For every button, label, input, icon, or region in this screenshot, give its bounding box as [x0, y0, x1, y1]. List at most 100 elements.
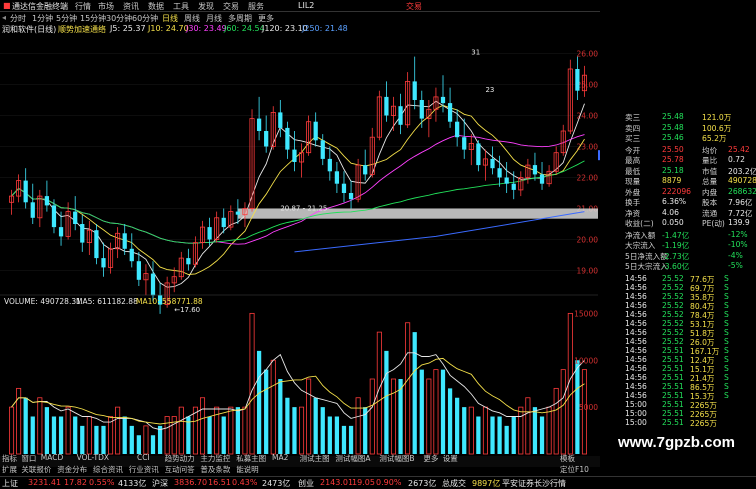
- status-amount: 2673亿: [408, 479, 437, 488]
- quote-label: 卖三: [625, 113, 641, 122]
- indicator-tab[interactable]: 主力监控: [200, 453, 230, 464]
- quote-secondary: 121.0万: [702, 113, 732, 122]
- status-bar: 上证 3231.41 17.82 0.55% 4133亿 沪深 3836.70 …: [0, 476, 756, 488]
- tick-price: 25.52: [662, 300, 684, 310]
- volume-bar: [150, 435, 156, 454]
- menu-item-tools[interactable]: 工具: [173, 1, 189, 12]
- tick-price: 25.51: [662, 399, 684, 409]
- tick-row: 14:56 25.51 21.4万 S: [600, 372, 756, 383]
- quote-value: 25.46: [662, 133, 684, 142]
- info-tab[interactable]: 资金分布: [57, 464, 87, 475]
- volume-bar: [455, 397, 460, 454]
- volume-bar: [405, 322, 411, 455]
- indicator-tab[interactable]: 指标: [2, 453, 17, 464]
- tick-time: 14:56: [625, 309, 647, 319]
- tick-time: 15:00: [625, 408, 647, 418]
- volume-bar: [440, 369, 446, 454]
- indicator-tab[interactable]: 设置: [443, 453, 458, 464]
- indicator-tab[interactable]: 窗口: [21, 453, 36, 464]
- tick-side: S: [724, 381, 729, 391]
- candle-body: [235, 211, 240, 215]
- template-tab[interactable]: 模板: [560, 453, 575, 464]
- menu-item-market[interactable]: 行情: [75, 1, 91, 12]
- menu-item-news[interactable]: 资讯: [123, 1, 139, 12]
- indicator-tab[interactable]: CCI: [137, 453, 150, 462]
- tick-side: S: [724, 291, 729, 301]
- menu-item-discover[interactable]: 发现: [198, 1, 214, 12]
- tick-time: 14:56: [625, 372, 647, 382]
- indicator-tab[interactable]: MACD: [41, 453, 63, 462]
- total-turnover-label: 总成交: [442, 479, 466, 488]
- volume-bar: [143, 425, 149, 455]
- indicator-tab[interactable]: 趋势动力: [165, 453, 195, 464]
- broker-name[interactable]: 平安证券长沙行情: [502, 478, 566, 489]
- menu-item-data[interactable]: 数据: [148, 1, 164, 12]
- volume-bar: [58, 416, 64, 454]
- info-tab[interactable]: 扩展: [2, 464, 17, 475]
- quote-label: 收益(二): [625, 219, 654, 228]
- tick-side: S: [724, 309, 729, 319]
- volume-bar: [249, 312, 255, 455]
- candle-body: [221, 217, 226, 228]
- indicator-tab[interactable]: VOL-TDX: [77, 453, 109, 462]
- volume-bar: [546, 406, 552, 455]
- quote-value: -1.19亿: [662, 241, 690, 250]
- menu-item-markets[interactable]: 市场: [98, 1, 114, 12]
- candle-body: [440, 96, 446, 104]
- candle-body: [539, 174, 545, 184]
- info-tab[interactable]: 普及条款: [200, 464, 230, 475]
- candle-body: [575, 69, 580, 91]
- tick-price: 25.52: [662, 273, 684, 283]
- indicator-tab[interactable]: MA2: [272, 453, 288, 462]
- quote-row: 卖四 25.48 100.6万: [600, 123, 756, 133]
- indicator-tab[interactable]: 测试幅图B: [379, 453, 414, 464]
- info-tab[interactable]: 行业资讯: [129, 464, 159, 475]
- tick-row: 14:56 25.51 12.4万 S: [600, 355, 756, 365]
- f10-tab[interactable]: 定位F10: [560, 464, 589, 475]
- quote-secondary: 100.6万: [702, 123, 732, 133]
- volume-bar: [94, 425, 99, 454]
- volume-bar: [285, 397, 290, 454]
- tick-row: 14:56 25.52 80.4万 S: [600, 300, 756, 311]
- menu-item-trade[interactable]: 交易: [223, 1, 239, 12]
- ma-label: J5: 25.37: [110, 24, 146, 33]
- tick-price: 25.52: [662, 327, 684, 337]
- volume-bar: [228, 406, 234, 455]
- quote-label: 最高: [625, 156, 641, 165]
- quote-row: 5日大宗流入 -3.60亿 -5%: [600, 261, 756, 271]
- quote-label: 大宗流入: [625, 241, 656, 250]
- tick-volume: 2265万: [690, 418, 717, 428]
- volume-bar: [30, 416, 35, 454]
- kline-chart[interactable]: 26.0025.0024.0023.0022.0021.0020.0019.00…: [0, 34, 600, 470]
- candle-body: [150, 273, 156, 296]
- trade-button[interactable]: 交易: [406, 1, 422, 12]
- indicator-tab[interactable]: 更多: [423, 453, 438, 464]
- candle-body: [447, 103, 453, 122]
- tick-price: 25.52: [662, 291, 684, 301]
- info-tab[interactable]: 关联报价: [21, 464, 51, 475]
- toolbar-left-icon[interactable]: ◂: [2, 13, 6, 22]
- volume-bar: [157, 425, 163, 454]
- quote-secondary: 股本: [702, 198, 718, 207]
- info-tab[interactable]: 互动问答: [165, 464, 195, 475]
- candle-body: [490, 158, 495, 169]
- info-tab[interactable]: 综合资讯: [93, 464, 123, 475]
- chart-annotation: 23: [485, 86, 494, 94]
- indicator-tab[interactable]: 私募主图: [236, 453, 266, 464]
- quote-row: 今开 25.50 均价 25.42: [600, 145, 756, 155]
- status-value: 2143.01: [320, 478, 354, 487]
- volume-bar: [122, 416, 127, 454]
- tick-row: 14:56 25.51 15.1万 S: [600, 364, 756, 374]
- info-tab[interactable]: 能说明: [236, 464, 259, 475]
- volume-bar: [37, 397, 43, 455]
- tick-price: 25.51: [662, 345, 684, 355]
- quote-value: 0.72: [728, 155, 745, 164]
- menu-item-service[interactable]: 服务: [248, 1, 264, 12]
- tick-row: 14:56 25.52 53.1万 S: [600, 319, 756, 329]
- tick-side: S: [724, 345, 729, 355]
- app-logo-icon: ■: [3, 1, 11, 10]
- indicator-tab[interactable]: 测试主图: [300, 453, 330, 464]
- indicator-tab[interactable]: 测试幅图A: [335, 453, 370, 464]
- volume-bar: [256, 350, 262, 454]
- candle-body: [462, 137, 467, 150]
